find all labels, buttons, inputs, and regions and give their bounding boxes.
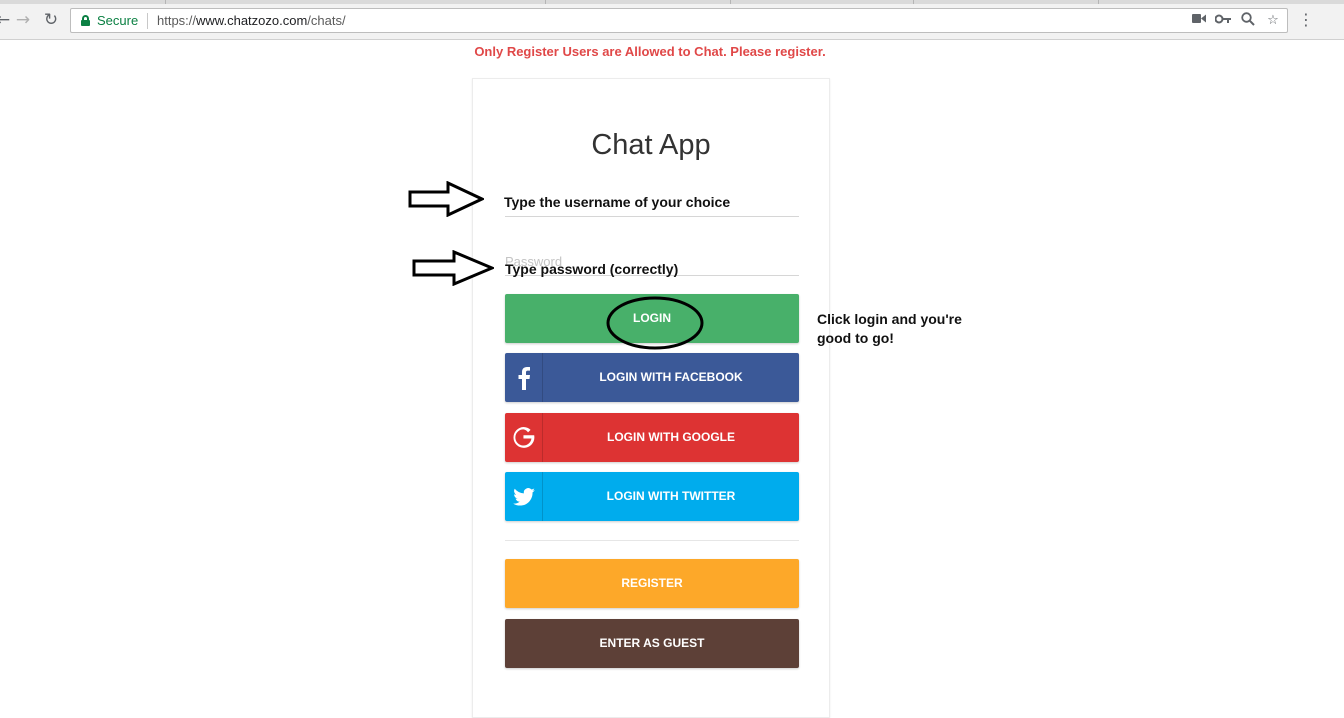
login-twitter-button[interactable]: LOGIN WITH TWITTER bbox=[505, 472, 799, 521]
url-host: www.chatzozo.com bbox=[196, 13, 308, 28]
guest-label: ENTER AS GUEST bbox=[599, 636, 705, 650]
tab-edge bbox=[730, 0, 731, 4]
annotation-username: Type the username of your choice bbox=[504, 194, 731, 210]
browser-toolbar: ← → ↻ Secure https://www.chatzozo.com/ch… bbox=[0, 0, 1344, 40]
url-path: /chats/ bbox=[307, 13, 346, 28]
guest-button[interactable]: ENTER AS GUEST bbox=[505, 619, 799, 668]
url-scheme: https:// bbox=[157, 13, 197, 28]
address-bar[interactable]: Secure https://www.chatzozo.com/chats/ ☆ bbox=[70, 8, 1288, 33]
twitter-label: LOGIN WITH TWITTER bbox=[606, 489, 736, 503]
google-icon bbox=[505, 413, 543, 462]
arrow-password-icon bbox=[412, 250, 494, 286]
zoom-icon[interactable] bbox=[1240, 12, 1256, 29]
star-icon[interactable]: ☆ bbox=[1265, 12, 1281, 29]
reload-icon[interactable]: ↻ bbox=[42, 10, 60, 30]
facebook-icon bbox=[505, 353, 543, 402]
register-notice: Only Register Users are Allowed to Chat.… bbox=[474, 44, 826, 59]
twitter-icon bbox=[505, 472, 543, 521]
secure-label: Secure bbox=[97, 13, 139, 28]
facebook-label: LOGIN WITH FACEBOOK bbox=[599, 370, 743, 384]
lock-icon bbox=[81, 15, 90, 26]
url-text: https://www.chatzozo.com/chats/ bbox=[157, 13, 346, 28]
tab-edge bbox=[545, 0, 546, 4]
forward-icon[interactable]: → bbox=[14, 10, 32, 30]
tab-edge bbox=[165, 0, 166, 4]
menu-icon[interactable]: ⋮ bbox=[1298, 10, 1314, 30]
annotation-login: Click login and you're good to go! bbox=[817, 311, 962, 346]
camera-icon[interactable] bbox=[1191, 12, 1207, 29]
tab-strip bbox=[0, 0, 1344, 4]
tab-edge bbox=[913, 0, 914, 4]
tab-edge bbox=[1098, 0, 1099, 4]
login-google-button[interactable]: LOGIN WITH GOOGLE bbox=[505, 413, 799, 462]
key-icon[interactable] bbox=[1214, 12, 1231, 29]
login-card: Chat App LOGIN LOGIN WITH FACEBOOK LOGIN… bbox=[472, 78, 830, 718]
divider bbox=[505, 540, 799, 541]
back-icon[interactable]: ← bbox=[0, 10, 12, 30]
address-separator bbox=[147, 13, 148, 29]
google-label: LOGIN WITH GOOGLE bbox=[607, 430, 735, 444]
annotation-password: Type password (correctly) bbox=[505, 261, 679, 277]
arrow-username-icon bbox=[408, 181, 484, 217]
login-facebook-button[interactable]: LOGIN WITH FACEBOOK bbox=[505, 353, 799, 402]
app-title: Chat App bbox=[591, 129, 711, 161]
circle-highlight-icon bbox=[606, 296, 704, 350]
register-label: REGISTER bbox=[621, 576, 683, 590]
register-button[interactable]: REGISTER bbox=[505, 559, 799, 608]
